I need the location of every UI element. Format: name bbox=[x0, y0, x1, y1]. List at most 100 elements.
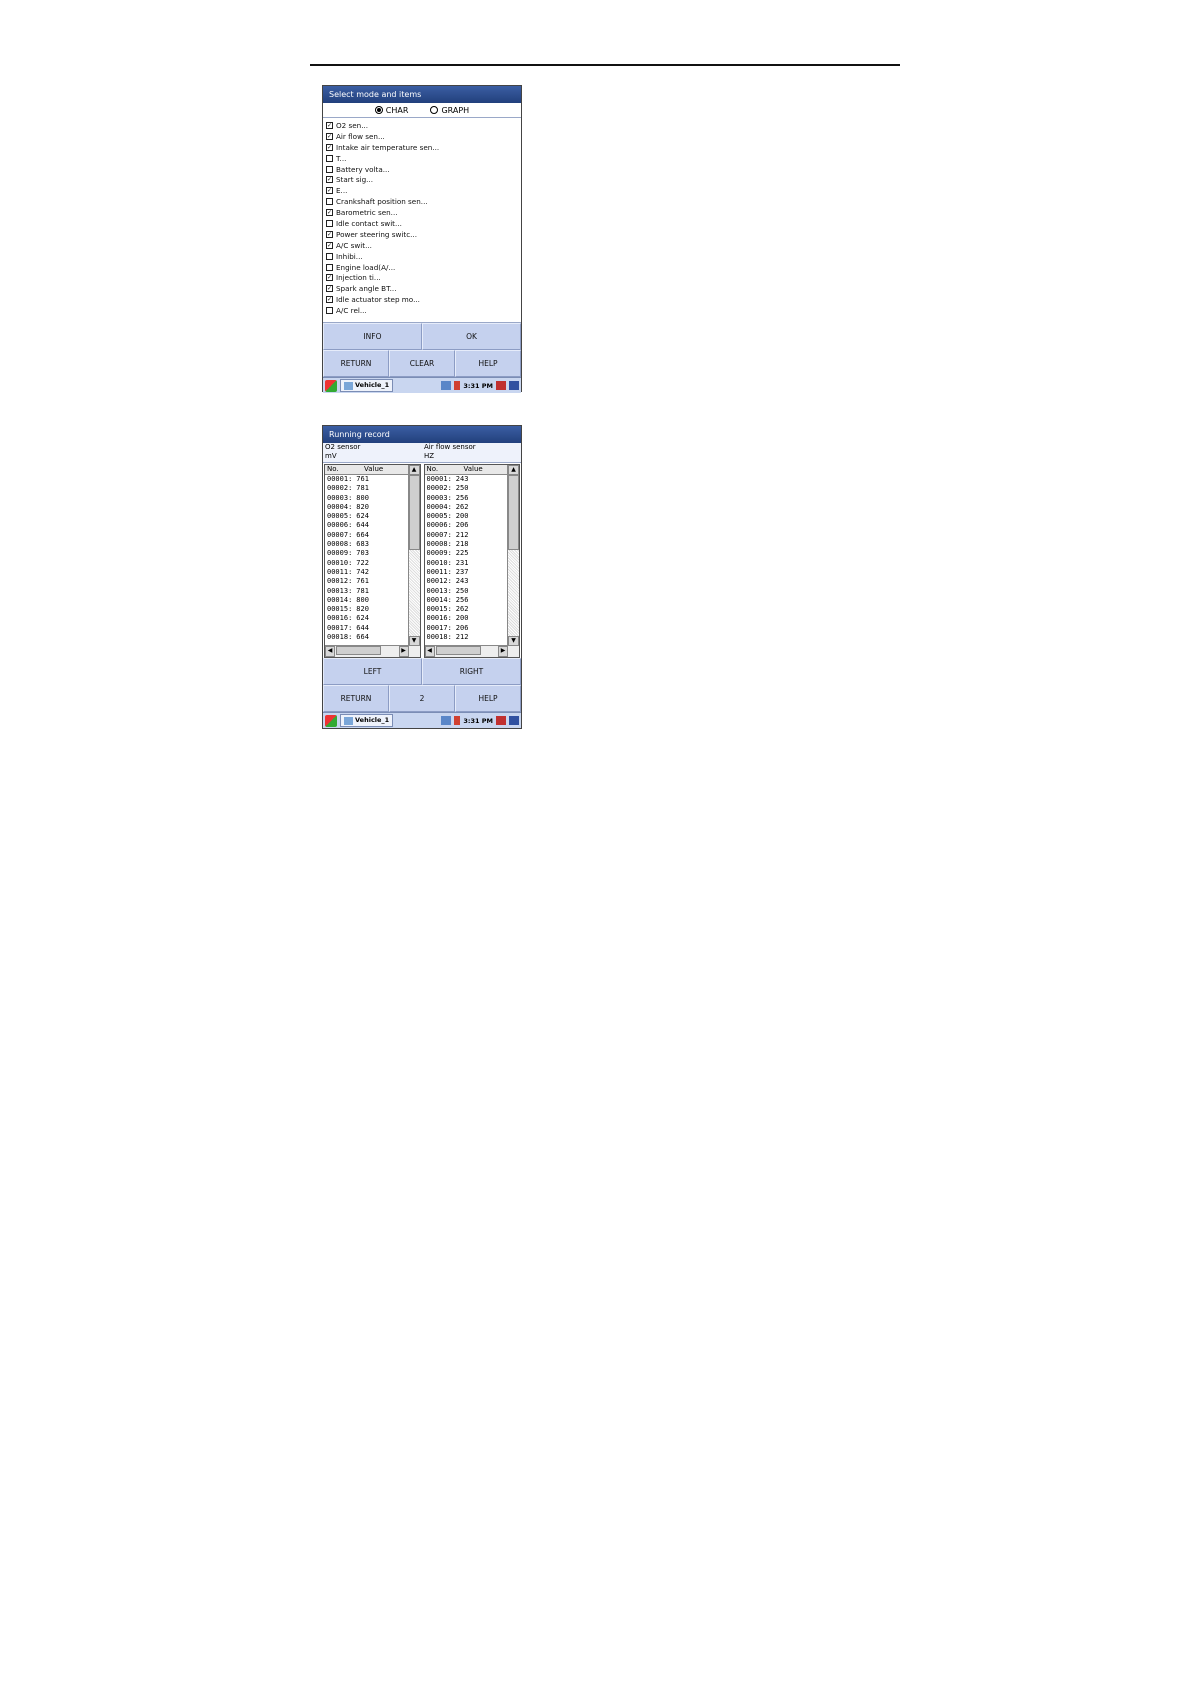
horizontal-scrollbar[interactable]: ◀ ▶ bbox=[325, 645, 420, 657]
checklist-item[interactable]: ✓ A/C swit... bbox=[326, 240, 521, 251]
checklist-item[interactable]: ✓ Start sig... bbox=[326, 174, 521, 185]
info-button[interactable]: INFO bbox=[323, 323, 422, 350]
network-icon[interactable] bbox=[441, 381, 452, 390]
checkbox-empty-icon[interactable] bbox=[326, 263, 333, 271]
table-row[interactable]: 00009: 703 bbox=[327, 549, 408, 558]
taskbar-app[interactable]: Vehicle_1 bbox=[340, 714, 394, 727]
table-row[interactable]: 00016: 200 bbox=[427, 614, 508, 623]
table-row[interactable]: 00002: 781 bbox=[327, 484, 408, 493]
scroll-up-icon[interactable]: ▲ bbox=[408, 465, 420, 475]
checkbox-empty-icon[interactable] bbox=[326, 219, 333, 227]
table-row[interactable]: 00013: 781 bbox=[327, 587, 408, 596]
checklist-item[interactable]: A/C rel... bbox=[326, 305, 521, 316]
network-icon[interactable] bbox=[441, 716, 452, 725]
left-record-table[interactable]: No. Value 00001: 761 00002: 781 00003: 800 0000… bbox=[324, 464, 421, 658]
checklist-item[interactable]: Inhibi... bbox=[326, 251, 521, 262]
checklist-item[interactable]: ✓ Barometric sen... bbox=[326, 207, 521, 218]
tray-icon[interactable] bbox=[496, 381, 506, 390]
left-button[interactable]: LEFT bbox=[323, 658, 422, 685]
table-row[interactable]: 00009: 225 bbox=[427, 549, 508, 558]
table-row[interactable]: 00003: 800 bbox=[327, 494, 408, 503]
checkbox-checked-icon[interactable]: ✓ bbox=[326, 143, 333, 151]
checklist-item[interactable]: ✓ Intake air temperature sen... bbox=[326, 142, 521, 153]
checklist-item[interactable]: ✓ E... bbox=[326, 185, 521, 196]
table-row[interactable]: 00008: 218 bbox=[427, 540, 508, 549]
checklist-item[interactable]: ✓ Spark angle BT... bbox=[326, 283, 521, 294]
checklist-item[interactable]: Battery volta... bbox=[326, 164, 521, 175]
vertical-scrollbar[interactable]: ▲ ▼ bbox=[407, 465, 420, 646]
table-row[interactable]: 00007: 664 bbox=[327, 531, 408, 540]
table-row[interactable]: 00015: 820 bbox=[327, 605, 408, 614]
table-row[interactable]: 00012: 243 bbox=[427, 577, 508, 586]
checkbox-checked-icon[interactable]: ✓ bbox=[326, 187, 333, 195]
windows-start-icon[interactable] bbox=[325, 714, 337, 727]
right-button[interactable]: RIGHT bbox=[422, 658, 521, 685]
checklist-item[interactable]: ✓ O2 sen... bbox=[326, 120, 521, 131]
scroll-up-icon[interactable]: ▲ bbox=[508, 465, 519, 475]
table-row[interactable]: 00018: 212 bbox=[427, 633, 508, 642]
keyboard-icon[interactable] bbox=[509, 716, 519, 725]
checkbox-checked-icon[interactable]: ✓ bbox=[326, 132, 333, 140]
table-row[interactable]: 00011: 237 bbox=[427, 568, 508, 577]
table-row[interactable]: 00018: 664 bbox=[327, 633, 408, 642]
scroll-left-icon[interactable]: ◀ bbox=[424, 646, 435, 657]
table-row[interactable]: 00017: 644 bbox=[327, 624, 408, 633]
scroll-thumb[interactable] bbox=[508, 475, 519, 550]
radio-empty-icon[interactable] bbox=[430, 106, 439, 114]
checkbox-checked-icon[interactable]: ✓ bbox=[326, 209, 333, 217]
table-row[interactable]: 00006: 644 bbox=[327, 521, 408, 530]
table-row[interactable]: 00012: 761 bbox=[327, 577, 408, 586]
table-row[interactable]: 00005: 624 bbox=[327, 512, 408, 521]
checklist-item[interactable]: Crankshaft position sen... bbox=[326, 196, 521, 207]
keyboard-icon[interactable] bbox=[509, 381, 519, 390]
table-row[interactable]: 00007: 212 bbox=[427, 531, 508, 540]
table-row[interactable]: 00005: 200 bbox=[427, 512, 508, 521]
checkbox-empty-icon[interactable] bbox=[326, 307, 333, 315]
ok-button[interactable]: OK bbox=[422, 323, 521, 350]
right-record-table[interactable]: No. Value 00001: 243 00002: 250 00003: 256 0000… bbox=[423, 464, 520, 658]
table-row[interactable]: 00015: 262 bbox=[427, 605, 508, 614]
checklist-item[interactable]: T... bbox=[326, 153, 521, 164]
checkbox-empty-icon[interactable] bbox=[326, 198, 333, 206]
checklist-item[interactable]: ✓ Idle actuator step mo... bbox=[326, 294, 521, 305]
return-button[interactable]: RETURN bbox=[323, 685, 389, 712]
table-row[interactable]: 00010: 231 bbox=[427, 559, 508, 568]
table-row[interactable]: 00001: 243 bbox=[427, 475, 508, 484]
scroll-right-icon[interactable]: ▶ bbox=[498, 646, 508, 657]
checklist-item[interactable]: ✓ Air flow sen... bbox=[326, 131, 521, 142]
table-row[interactable]: 00008: 683 bbox=[327, 540, 408, 549]
checklist-item[interactable]: ✓ Injection ti... bbox=[326, 272, 521, 283]
mode-char[interactable]: CHAR bbox=[374, 106, 408, 115]
radio-selected-icon[interactable] bbox=[374, 106, 383, 114]
mode-graph[interactable]: GRAPH bbox=[430, 106, 469, 115]
table-row[interactable]: 00006: 206 bbox=[427, 521, 508, 530]
windows-start-icon[interactable] bbox=[325, 379, 337, 392]
scroll-right-icon[interactable]: ▶ bbox=[398, 646, 409, 657]
scroll-thumb[interactable] bbox=[336, 646, 381, 655]
checkbox-checked-icon[interactable]: ✓ bbox=[326, 241, 333, 249]
checkbox-checked-icon[interactable]: ✓ bbox=[326, 274, 333, 282]
checklist-item[interactable]: Idle contact swit... bbox=[326, 218, 521, 229]
tray-icon[interactable] bbox=[496, 716, 506, 725]
signal-icon[interactable] bbox=[454, 381, 461, 390]
checklist-item[interactable]: ✓ Power steering switc... bbox=[326, 229, 521, 240]
help-button[interactable]: HELP bbox=[455, 350, 521, 377]
table-row[interactable]: 00017: 206 bbox=[427, 624, 508, 633]
checkbox-empty-icon[interactable] bbox=[326, 252, 333, 260]
table-row[interactable]: 00001: 761 bbox=[327, 475, 408, 484]
table-row[interactable]: 00003: 256 bbox=[427, 494, 508, 503]
table-row[interactable]: 00014: 800 bbox=[327, 596, 408, 605]
checkbox-checked-icon[interactable]: ✓ bbox=[326, 296, 333, 304]
checkbox-checked-icon[interactable]: ✓ bbox=[326, 121, 333, 129]
table-row[interactable]: 00002: 250 bbox=[427, 484, 508, 493]
signal-icon[interactable] bbox=[454, 716, 461, 725]
scroll-left-icon[interactable]: ◀ bbox=[325, 646, 335, 657]
table-row[interactable]: 00004: 262 bbox=[427, 503, 508, 512]
vertical-scrollbar[interactable]: ▲ ▼ bbox=[507, 465, 519, 646]
table-row[interactable]: 00014: 256 bbox=[427, 596, 508, 605]
table-row[interactable]: 00004: 820 bbox=[327, 503, 408, 512]
table-row[interactable]: 00013: 250 bbox=[427, 587, 508, 596]
return-button[interactable]: RETURN bbox=[323, 350, 389, 377]
taskbar-app[interactable]: Vehicle_1 bbox=[340, 379, 394, 392]
horizontal-scrollbar[interactable]: ◀ ▶ bbox=[424, 645, 519, 657]
